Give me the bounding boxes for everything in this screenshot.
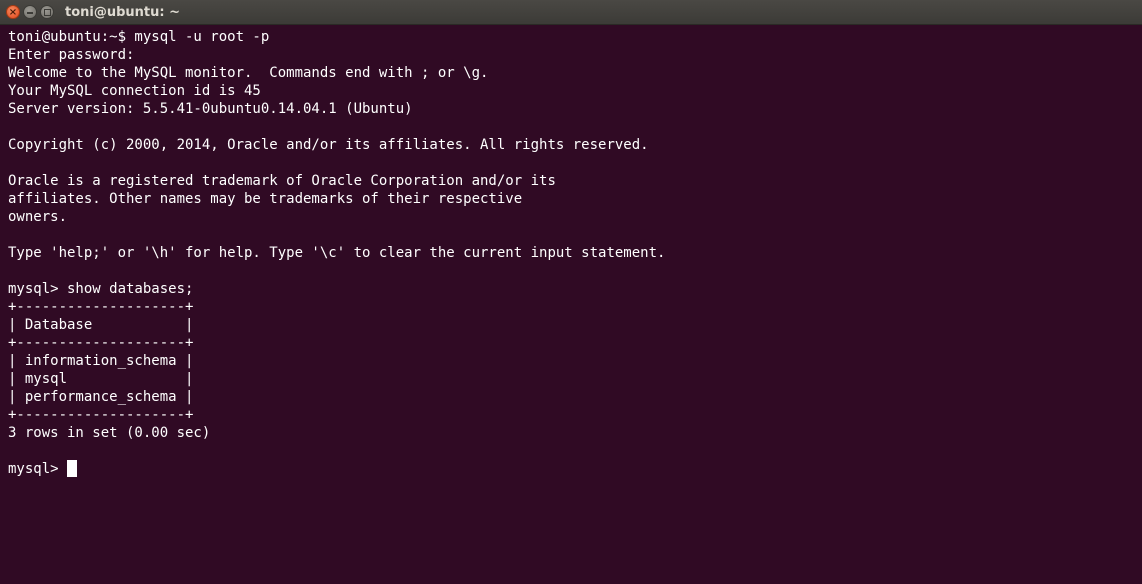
- terminal-line: affiliates. Other names may be trademark…: [8, 191, 523, 207]
- table-row: | mysql |: [8, 371, 194, 387]
- terminal-line: Type 'help;' or '\h' for help. Type '\c'…: [8, 245, 666, 261]
- table-header: | Database |: [8, 317, 194, 333]
- terminal-line: Server version: 5.5.41-0ubuntu0.14.04.1 …: [8, 101, 413, 117]
- terminal-line: toni@ubuntu:~$ mysql -u root -p: [8, 29, 270, 45]
- terminal-line: Welcome to the MySQL monitor. Commands e…: [8, 65, 489, 81]
- title-bar[interactable]: × toni@ubuntu: ~: [0, 0, 1142, 25]
- terminal-window: × toni@ubuntu: ~ toni@ubuntu:~$ mysql -u…: [0, 0, 1142, 584]
- window-title: toni@ubuntu: ~: [65, 5, 181, 20]
- close-icon: ×: [8, 7, 18, 18]
- terminal-line: mysql> show databases;: [8, 281, 194, 297]
- minimize-icon: [27, 12, 33, 14]
- minimize-button[interactable]: [23, 5, 37, 19]
- maximize-icon: [44, 9, 51, 16]
- terminal-line: owners.: [8, 209, 68, 225]
- terminal-output[interactable]: toni@ubuntu:~$ mysql -u root -p Enter pa…: [8, 28, 1142, 584]
- maximize-button[interactable]: [40, 5, 54, 19]
- terminal-line: Oracle is a registered trademark of Orac…: [8, 173, 556, 189]
- terminal-line: 3 rows in set (0.00 sec): [8, 425, 211, 441]
- mysql-prompt: mysql>: [8, 461, 68, 477]
- text-cursor: [67, 460, 78, 477]
- table-row: | performance_schema |: [8, 389, 194, 405]
- table-border: +--------------------+: [8, 299, 194, 315]
- table-border: +--------------------+: [8, 407, 194, 423]
- terminal-line: Your MySQL connection id is 45: [8, 83, 261, 99]
- table-row: | information_schema |: [8, 353, 194, 369]
- terminal-line: Enter password:: [8, 47, 135, 63]
- close-button[interactable]: ×: [6, 5, 20, 19]
- table-border: +--------------------+: [8, 335, 194, 351]
- terminal-line: Copyright (c) 2000, 2014, Oracle and/or …: [8, 137, 649, 153]
- prompt-line[interactable]: mysql>: [8, 460, 1142, 478]
